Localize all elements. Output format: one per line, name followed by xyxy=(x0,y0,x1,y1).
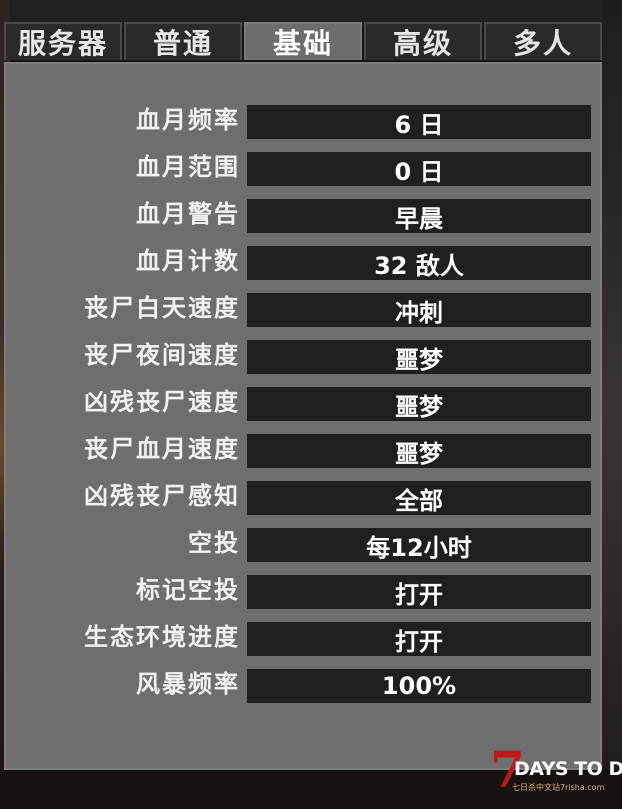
setting-label: 风暴频率 xyxy=(136,670,240,698)
setting-row-blood-moon-range: 血月范围 0 日 xyxy=(6,149,600,196)
setting-label: 凶残丧尸感知 xyxy=(84,482,240,510)
setting-value-selector[interactable]: 6 日 xyxy=(247,105,591,139)
setting-row-feral-zombie-speed: 凶残丧尸速度 噩梦 xyxy=(6,384,600,431)
setting-value-selector[interactable]: 32 敌人 xyxy=(247,246,591,280)
logo-watermark: 七日杀中文站7risha.com xyxy=(512,783,605,792)
background-right xyxy=(602,0,622,809)
tab-server[interactable]: 服务器 xyxy=(4,22,122,60)
setting-label: 标记空投 xyxy=(136,576,240,604)
setting-value-selector[interactable]: 冲刺 xyxy=(247,293,591,327)
setting-label: 凶残丧尸速度 xyxy=(84,388,240,416)
settings-panel: 血月频率 6 日 血月范围 0 日 血月警告 早晨 血月计数 32 敌人 丧尸白… xyxy=(4,62,602,770)
setting-row-blood-moon-frequency: 血月频率 6 日 xyxy=(6,102,600,149)
setting-value-selector[interactable]: 打开 xyxy=(247,575,591,609)
setting-label: 血月频率 xyxy=(136,106,240,134)
setting-value-selector[interactable]: 噩梦 xyxy=(247,387,591,421)
settings-list: 血月频率 6 日 血月范围 0 日 血月警告 早晨 血月计数 32 敌人 丧尸白… xyxy=(6,102,600,713)
setting-row-zombie-day-speed: 丧尸白天速度 冲刺 xyxy=(6,290,600,337)
setting-label: 血月警告 xyxy=(136,200,240,228)
setting-value-selector[interactable]: 全部 xyxy=(247,481,591,515)
setting-value-selector[interactable]: 噩梦 xyxy=(247,340,591,374)
game-logo: 7 DAYS TO DIE 七日杀中文站7risha.com xyxy=(490,745,622,800)
setting-value-selector[interactable]: 100% xyxy=(247,669,591,703)
setting-row-airdrop-marker: 标记空投 打开 xyxy=(6,572,600,619)
tab-multiplayer[interactable]: 多人 xyxy=(484,22,602,60)
tab-general[interactable]: 普通 xyxy=(124,22,242,60)
tab-basic[interactable]: 基础 xyxy=(244,22,362,60)
setting-row-blood-moon-warning: 血月警告 早晨 xyxy=(6,196,600,243)
setting-value-selector[interactable]: 打开 xyxy=(247,622,591,656)
setting-row-zombie-night-speed: 丧尸夜间速度 噩梦 xyxy=(6,337,600,384)
setting-row-zombie-blood-moon-speed: 丧尸血月速度 噩梦 xyxy=(6,431,600,478)
setting-value-selector[interactable]: 0 日 xyxy=(247,152,591,186)
setting-row-airdrop-frequency: 空投 每12小时 xyxy=(6,525,600,572)
setting-row-feral-sense: 凶残丧尸感知 全部 xyxy=(6,478,600,525)
settings-tab-bar: 服务器 普通 基础 高级 多人 xyxy=(4,22,602,62)
setting-row-blood-moon-count: 血月计数 32 敌人 xyxy=(6,243,600,290)
setting-value-selector[interactable]: 噩梦 xyxy=(247,434,591,468)
setting-row-biome-progression: 生态环境进度 打开 xyxy=(6,619,600,666)
setting-label: 血月计数 xyxy=(136,247,240,275)
setting-label: 丧尸白天速度 xyxy=(84,294,240,322)
logo-title: DAYS TO DIE xyxy=(514,758,622,780)
setting-label: 丧尸血月速度 xyxy=(84,435,240,463)
setting-value-selector[interactable]: 早晨 xyxy=(247,199,591,233)
setting-row-storm-frequency: 风暴频率 100% xyxy=(6,666,600,713)
setting-value-selector[interactable]: 每12小时 xyxy=(247,528,591,562)
setting-label: 生态环境进度 xyxy=(84,623,240,651)
tab-advanced[interactable]: 高级 xyxy=(364,22,482,60)
setting-label: 血月范围 xyxy=(136,153,240,181)
setting-label: 丧尸夜间速度 xyxy=(84,341,240,369)
setting-label: 空投 xyxy=(188,529,240,557)
